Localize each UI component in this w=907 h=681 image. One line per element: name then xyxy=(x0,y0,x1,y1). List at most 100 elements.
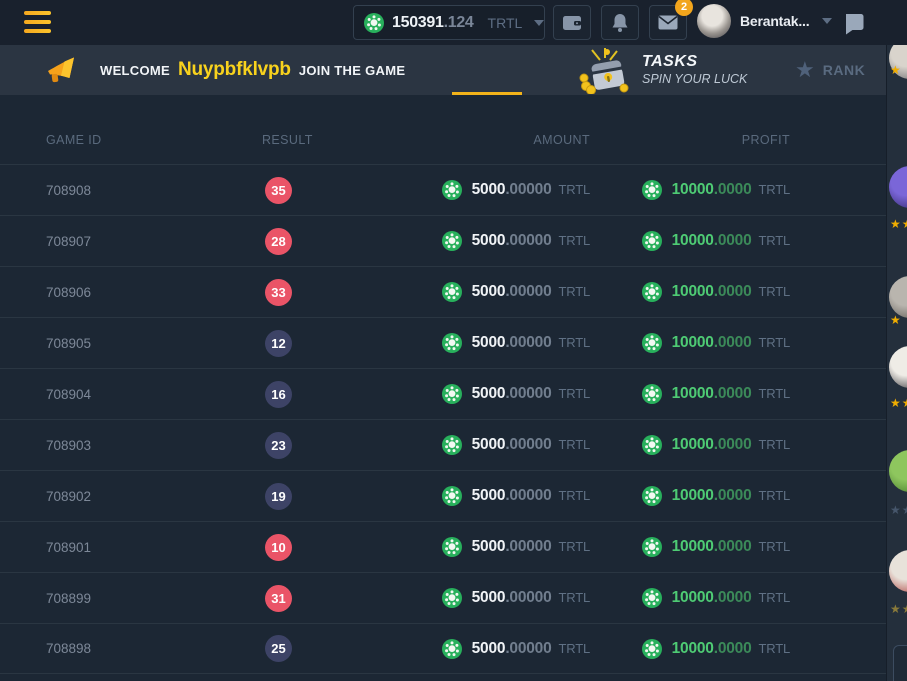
coin-icon xyxy=(642,588,662,608)
table-header-row: GAME ID RESULT AMOUNT PROFIT xyxy=(0,115,886,164)
bet-amount: 5000.00000TRTL xyxy=(360,333,590,353)
balance-selector[interactable]: 150391.124 TRTL xyxy=(353,5,545,40)
notifications-button[interactable] xyxy=(601,5,639,40)
bet-amount: 5000.00000TRTL xyxy=(360,180,590,200)
column-header-amount: AMOUNT xyxy=(360,133,590,147)
welcome-username: Nuypbfklvpb xyxy=(178,59,291,81)
balance-amount: 150391 xyxy=(392,14,444,32)
coin-icon xyxy=(642,180,662,200)
game-id: 708905 xyxy=(0,336,210,351)
result-badge: 31 xyxy=(265,585,292,612)
chat-input[interactable] xyxy=(893,645,907,681)
chat-user-avatar xyxy=(889,346,907,388)
table-row[interactable]: 708901 10 5000.00000TRTL 10000.00 xyxy=(0,521,886,572)
wallet-icon xyxy=(562,14,582,32)
bets-history-table: GAME ID RESULT AMOUNT PROFIT 708908 35 5… xyxy=(0,95,886,674)
table-row[interactable]: 708899 31 5000.00000TRTL 10000.00 xyxy=(0,572,886,623)
table-row[interactable]: 708908 35 5000.00000TRTL 10000.00 xyxy=(0,164,886,215)
bet-amount: 5000.00000TRTL xyxy=(360,435,590,455)
coin-icon xyxy=(642,333,662,353)
bet-profit: 10000.0000TRTL xyxy=(590,639,886,659)
bet-amount: 5000.00000TRTL xyxy=(360,231,590,251)
star-icon: ★ xyxy=(795,59,815,81)
game-id: 708898 xyxy=(0,641,210,656)
tasks-subtitle: SPIN YOUR LUCK xyxy=(642,72,747,88)
coin-icon xyxy=(442,639,462,659)
result-badge: 35 xyxy=(265,177,292,204)
table-row[interactable]: 708898 25 5000.00000TRTL 10000.00 xyxy=(0,623,886,674)
game-id: 708906 xyxy=(0,285,210,300)
table-row[interactable]: 708905 12 5000.00000TRTL 10000.00 xyxy=(0,317,886,368)
table-row[interactable]: 708902 19 5000.00000TRTL 10000.00 xyxy=(0,470,886,521)
user-name: Berantak... xyxy=(740,13,809,29)
treasure-chest-icon xyxy=(578,46,630,94)
hamburger-menu-icon[interactable] xyxy=(24,11,51,33)
table-row[interactable]: 708906 33 5000.00000TRTL 10000.00 xyxy=(0,266,886,317)
result-badge: 16 xyxy=(265,381,292,408)
coin-icon xyxy=(442,333,462,353)
user-menu[interactable]: Berantak... xyxy=(697,4,832,38)
tasks-widget[interactable]: TASKS SPIN YOUR LUCK xyxy=(578,45,747,95)
table-row[interactable]: 708904 16 5000.00000TRTL 10000.00 xyxy=(0,368,886,419)
chat-rating-stars: ★★ xyxy=(890,217,907,231)
coin-icon xyxy=(642,486,662,506)
bet-profit: 10000.0000TRTL xyxy=(590,282,886,302)
coin-icon xyxy=(442,435,462,455)
bet-profit: 10000.0000TRTL xyxy=(590,231,886,251)
bet-profit: 10000.0000TRTL xyxy=(590,537,886,557)
coin-icon xyxy=(442,180,462,200)
chat-bubble-icon xyxy=(842,11,866,35)
chat-rating-stars: ★★ xyxy=(890,602,907,616)
announcement-banner: WELCOME Nuypbfklvpb JOIN THE GAME xyxy=(0,45,886,95)
chat-user-avatar xyxy=(889,276,907,318)
chat-sidebar-edge[interactable]: ★★★★★★★★★★ xyxy=(886,45,907,681)
bet-profit: 10000.0000TRTL xyxy=(590,435,886,455)
result-badge: 28 xyxy=(265,228,292,255)
coin-icon xyxy=(642,282,662,302)
table-body: 708908 35 5000.00000TRTL 10000.00 xyxy=(0,164,886,674)
game-id: 708908 xyxy=(0,183,210,198)
welcome-message: WELCOME Nuypbfklvpb JOIN THE GAME xyxy=(100,45,405,95)
welcome-suffix: JOIN THE GAME xyxy=(299,63,405,78)
result-badge: 23 xyxy=(265,432,292,459)
coin-icon xyxy=(442,231,462,251)
game-id: 708904 xyxy=(0,387,210,402)
wallet-button[interactable] xyxy=(553,5,591,40)
result-badge: 12 xyxy=(265,330,292,357)
rank-widget[interactable]: ★ RANK xyxy=(795,45,865,95)
bet-amount: 5000.00000TRTL xyxy=(360,282,590,302)
game-id: 708907 xyxy=(0,234,210,249)
balance-currency: TRTL xyxy=(488,15,523,31)
bet-profit: 10000.0000TRTL xyxy=(590,588,886,608)
table-row[interactable]: 708903 23 5000.00000TRTL 10000.00 xyxy=(0,419,886,470)
envelope-icon xyxy=(658,15,678,30)
bet-amount: 5000.00000TRTL xyxy=(360,639,590,659)
bet-amount: 5000.00000TRTL xyxy=(360,384,590,404)
coin-icon xyxy=(442,588,462,608)
chat-rating-stars: ★ xyxy=(890,313,902,327)
game-id: 708899 xyxy=(0,591,210,606)
chat-rating-stars: ★ xyxy=(890,63,902,77)
table-row[interactable]: 708907 28 5000.00000TRTL 10000.00 xyxy=(0,215,886,266)
welcome-prefix: WELCOME xyxy=(100,63,170,78)
chat-rating-stars: ★★ xyxy=(890,503,907,517)
chevron-down-icon xyxy=(534,20,544,26)
messages-count-badge: 2 xyxy=(675,0,693,16)
bet-profit: 10000.0000TRTL xyxy=(590,333,886,353)
result-badge: 19 xyxy=(265,483,292,510)
bet-profit: 10000.0000TRTL xyxy=(590,486,886,506)
messages-button[interactable]: 2 xyxy=(649,5,687,40)
bell-icon xyxy=(611,13,629,33)
chat-toggle-button[interactable] xyxy=(835,5,873,40)
result-badge: 10 xyxy=(265,534,292,561)
column-header-game-id: GAME ID xyxy=(0,133,210,147)
chat-user-avatar xyxy=(889,450,907,492)
coin-icon xyxy=(642,384,662,404)
game-id: 708901 xyxy=(0,540,210,555)
result-badge: 25 xyxy=(265,635,292,662)
coin-icon xyxy=(442,384,462,404)
game-id: 708902 xyxy=(0,489,210,504)
coin-icon xyxy=(442,282,462,302)
bet-amount: 5000.00000TRTL xyxy=(360,537,590,557)
rank-label: RANK xyxy=(823,62,865,78)
